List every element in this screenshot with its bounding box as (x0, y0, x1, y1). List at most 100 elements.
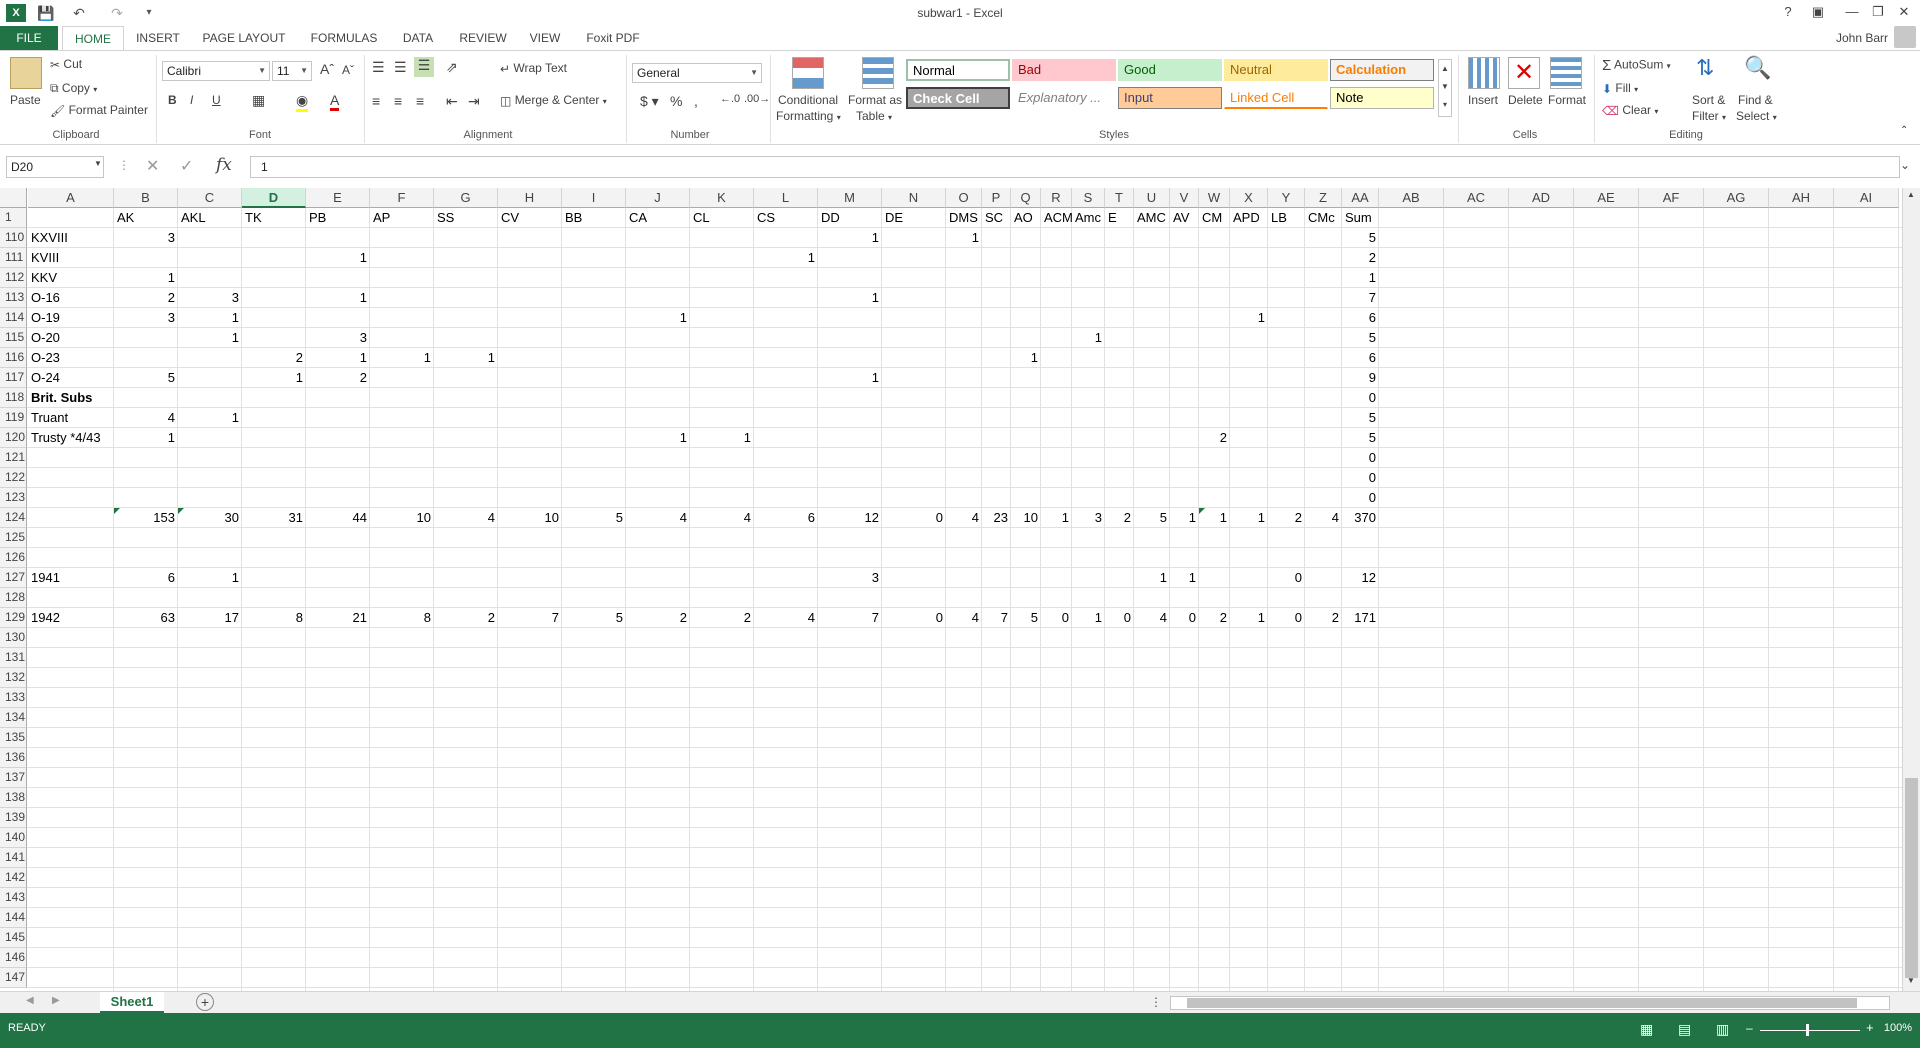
style-normal[interactable]: Normal (906, 59, 1010, 81)
row-header-146[interactable]: 146 (0, 948, 27, 968)
cell-y124[interactable]: 2 (1268, 508, 1305, 528)
cell-aa114[interactable]: 6 (1342, 308, 1379, 328)
row-header-138[interactable]: 138 (0, 788, 27, 808)
cell-y127[interactable]: 0 (1268, 568, 1305, 588)
row-header-124[interactable]: 124 (0, 508, 27, 528)
column-header-ah[interactable]: AH (1769, 188, 1834, 208)
column-header-q[interactable]: Q (1011, 188, 1041, 208)
cell-t124[interactable]: 2 (1105, 508, 1134, 528)
tab-home[interactable]: HOME (62, 26, 124, 51)
cell-b117[interactable]: 5 (114, 368, 178, 388)
fill-button[interactable]: Fill (1615, 81, 1630, 95)
formula-options-icon[interactable]: ⋮ (118, 158, 130, 172)
cell-x114[interactable]: 1 (1230, 308, 1268, 328)
cell-e116[interactable]: 1 (306, 348, 370, 368)
tab-file[interactable]: FILE (0, 26, 58, 50)
cell-t129[interactable]: 0 (1105, 608, 1134, 628)
wrap-text-button[interactable]: Wrap Text (513, 61, 567, 75)
row-header-137[interactable]: 137 (0, 768, 27, 788)
cell-b1[interactable]: AK (114, 208, 178, 228)
cell-n124[interactable]: 0 (882, 508, 946, 528)
cell-o1[interactable]: DMS (946, 208, 982, 228)
cell-z129[interactable]: 2 (1305, 608, 1342, 628)
cell-a120[interactable]: Trusty *4/43 (28, 428, 114, 448)
conditional-formatting-button[interactable]: Conditional (778, 93, 838, 107)
cell-h124[interactable]: 10 (498, 508, 562, 528)
find-select-button[interactable]: Find & (1738, 93, 1773, 107)
cell-a118[interactable]: Brit. Subs (28, 388, 114, 408)
row-header-117[interactable]: 117 (0, 368, 27, 388)
cell-u1[interactable]: AMC (1134, 208, 1170, 228)
format-button[interactable]: Format (1548, 93, 1586, 107)
cell-j129[interactable]: 2 (626, 608, 690, 628)
merge-center-button[interactable]: Merge & Center (515, 93, 600, 107)
tab-view[interactable]: VIEW (524, 26, 566, 50)
sort-filter-button[interactable]: Sort & (1692, 93, 1725, 107)
cell-b120[interactable]: 1 (114, 428, 178, 448)
column-header-ae[interactable]: AE (1574, 188, 1639, 208)
align-left-icon[interactable]: ≡ (372, 93, 380, 109)
row-header-147[interactable]: 147 (0, 968, 27, 988)
cell-x1[interactable]: APD (1230, 208, 1268, 228)
cell-l1[interactable]: CS (754, 208, 818, 228)
column-header-ag[interactable]: AG (1704, 188, 1769, 208)
row-header-145[interactable]: 145 (0, 928, 27, 948)
cell-v129[interactable]: 0 (1170, 608, 1199, 628)
next-sheet-icon[interactable]: ▶ (52, 995, 60, 1006)
column-header-x[interactable]: X (1230, 188, 1268, 208)
column-header-n[interactable]: N (882, 188, 946, 208)
column-header-e[interactable]: E (306, 188, 370, 208)
zoom-in-icon[interactable]: + (1866, 1020, 1874, 1035)
font-color-icon[interactable]: A (330, 92, 340, 111)
cell-r124[interactable]: 1 (1041, 508, 1072, 528)
row-header-112[interactable]: 112 (0, 268, 27, 288)
cell-l124[interactable]: 6 (754, 508, 818, 528)
style-neutral[interactable]: Neutral (1224, 59, 1328, 81)
cell-d124[interactable]: 31 (242, 508, 306, 528)
column-header-y[interactable]: Y (1268, 188, 1305, 208)
cell-l129[interactable]: 4 (754, 608, 818, 628)
cell-z124[interactable]: 4 (1305, 508, 1342, 528)
column-header-d[interactable]: D (242, 188, 306, 208)
cell-a117[interactable]: O-24 (28, 368, 114, 388)
row-header-142[interactable]: 142 (0, 868, 27, 888)
column-header-a[interactable]: A (28, 188, 114, 208)
cell-a115[interactable]: O-20 (28, 328, 114, 348)
row-header-139[interactable]: 139 (0, 808, 27, 828)
cut-button[interactable]: Cut (63, 57, 82, 71)
paste-icon[interactable] (10, 57, 42, 89)
cell-r1[interactable]: ACM (1041, 208, 1073, 228)
cell-j124[interactable]: 4 (626, 508, 690, 528)
cell-e124[interactable]: 44 (306, 508, 370, 528)
delete-button[interactable]: Delete (1508, 93, 1543, 107)
cell-b114[interactable]: 3 (114, 308, 178, 328)
minimize-icon[interactable]: — (1840, 2, 1864, 22)
cell-q116[interactable]: 1 (1011, 348, 1041, 368)
cell-e113[interactable]: 1 (306, 288, 370, 308)
scroll-down-icon[interactable]: ▼ (1907, 976, 1915, 985)
cell-g129[interactable]: 2 (434, 608, 498, 628)
cell-aa115[interactable]: 5 (1342, 328, 1379, 348)
column-header-g[interactable]: G (434, 188, 498, 208)
fill-color-icon[interactable]: ◉ (296, 92, 309, 112)
copy-button[interactable]: Copy (62, 81, 90, 95)
column-header-ab[interactable]: AB (1379, 188, 1444, 208)
cell-a114[interactable]: O-19 (28, 308, 114, 328)
cell-k124[interactable]: 4 (690, 508, 754, 528)
style-note[interactable]: Note (1330, 87, 1434, 109)
sheet-tab-sheet1[interactable]: Sheet1 (100, 992, 164, 1014)
normal-view-icon[interactable]: ▦ (1640, 1021, 1653, 1038)
cell-aa118[interactable]: 0 (1342, 388, 1379, 408)
cell-aa124[interactable]: 370 (1342, 508, 1379, 528)
cell-d117[interactable]: 1 (242, 368, 306, 388)
column-header-k[interactable]: K (690, 188, 754, 208)
cell-d129[interactable]: 8 (242, 608, 306, 628)
column-header-b[interactable]: B (114, 188, 178, 208)
format-as-table-icon[interactable] (862, 57, 894, 89)
style-calculation[interactable]: Calculation (1330, 59, 1434, 81)
row-header-128[interactable]: 128 (0, 588, 27, 608)
column-header-m[interactable]: M (818, 188, 882, 208)
sort-filter-icon[interactable]: ⇅ (1696, 55, 1714, 81)
cell-a127[interactable]: 1941 (28, 568, 114, 588)
cell-a113[interactable]: O-16 (28, 288, 114, 308)
